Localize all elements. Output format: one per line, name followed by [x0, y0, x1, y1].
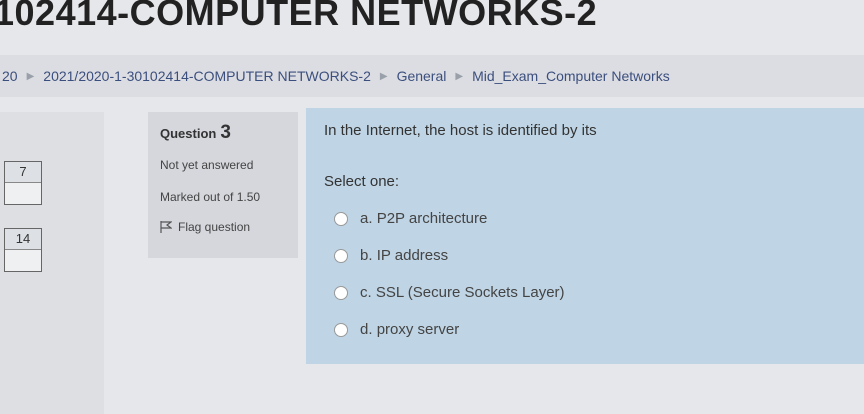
- quiz-nav-button[interactable]: 14: [4, 228, 42, 272]
- question-number: 3: [220, 122, 231, 143]
- quiz-nav-number: 14: [5, 229, 41, 250]
- quiz-nav-button[interactable]: 7: [4, 161, 42, 205]
- radio-button[interactable]: [334, 285, 348, 300]
- breadcrumb: 20 ▶ 2021/2020-1-30102414-COMPUTER NETWO…: [0, 55, 864, 97]
- breadcrumb-separator-icon: ▶: [455, 70, 464, 82]
- answer-text: P2P architecture: [376, 210, 488, 227]
- breadcrumb-separator-icon: ▶: [26, 70, 35, 82]
- breadcrumb-item-section[interactable]: General: [397, 68, 447, 84]
- breadcrumb-item-year[interactable]: 20: [2, 68, 18, 84]
- breadcrumb-separator-icon: ▶: [379, 70, 388, 82]
- answer-prompt: Select one:: [324, 173, 400, 190]
- breadcrumb-item-course[interactable]: 2021/2020-1-30102414-COMPUTER NETWORKS-2: [43, 68, 371, 84]
- flag-question-label: Flag question: [178, 220, 251, 234]
- answer-text: proxy server: [376, 321, 460, 338]
- question-grade: Marked out of 1.50: [160, 190, 261, 204]
- radio-button[interactable]: [334, 211, 348, 226]
- radio-button[interactable]: [334, 322, 348, 337]
- question-info-box: Question 3 Not yet answered Marked out of…: [148, 112, 298, 258]
- question-heading: Question 3: [160, 122, 286, 144]
- answer-text: SSL (Secure Sockets Layer): [375, 284, 565, 301]
- flag-icon: [160, 221, 172, 233]
- flag-question-link[interactable]: Flag question: [160, 220, 286, 234]
- radio-button[interactable]: [334, 248, 348, 263]
- question-content: In the Internet, the host is identified …: [306, 108, 864, 364]
- answer-letter: b.: [360, 247, 373, 264]
- page-title: 102414-COMPUTER NETWORKS-2: [0, 0, 598, 33]
- answer-letter: c.: [360, 284, 372, 301]
- answer-option-b[interactable]: b. IP address: [334, 237, 846, 274]
- answer-list: a. P2P architecture b. IP address c. SSL…: [334, 200, 846, 348]
- quiz-navigation-panel: 7 14: [0, 112, 104, 414]
- answer-option-c[interactable]: c. SSL (Secure Sockets Layer): [334, 274, 846, 311]
- answer-letter: d.: [360, 321, 373, 338]
- answer-option-d[interactable]: d. proxy server: [334, 311, 846, 348]
- question-text: In the Internet, the host is identified …: [324, 122, 597, 139]
- answer-letter: a.: [360, 210, 373, 227]
- answer-text: IP address: [376, 247, 449, 264]
- question-state: Not yet answered: [160, 158, 254, 172]
- quiz-nav-number: 7: [5, 162, 41, 183]
- breadcrumb-item-quiz[interactable]: Mid_Exam_Computer Networks: [472, 68, 670, 84]
- answer-option-a[interactable]: a. P2P architecture: [334, 200, 846, 237]
- question-label: Question: [160, 126, 217, 141]
